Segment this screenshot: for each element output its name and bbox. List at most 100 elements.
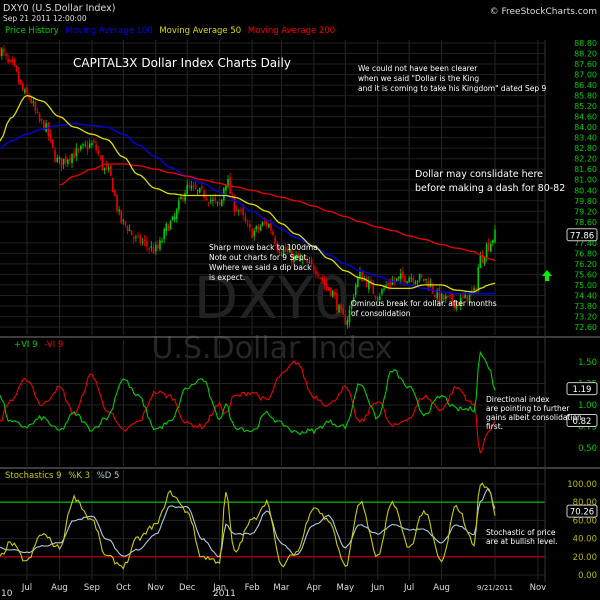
stoch-d-line (0, 487, 496, 558)
candle-body (186, 184, 188, 195)
candle-body (477, 267, 480, 290)
legend-price-history[interactable]: Price History (5, 26, 59, 36)
candle-body (77, 148, 80, 150)
candle (408, 275, 410, 283)
stoch-tick-label: 0.00 (578, 571, 597, 581)
candle (365, 275, 368, 288)
candle-body (124, 221, 127, 225)
candle-body (62, 158, 65, 165)
candle (381, 288, 383, 296)
candle (34, 98, 37, 115)
candle (101, 154, 104, 171)
candle-body (114, 190, 116, 196)
candle (36, 107, 39, 115)
candle-body (325, 283, 328, 288)
candle (107, 163, 110, 173)
candle-body (479, 255, 482, 269)
annotation-line: We could not have been clearer (358, 64, 478, 73)
candle-body (423, 278, 425, 282)
candle-body (387, 283, 390, 286)
candle-body (447, 295, 449, 297)
candle-body (45, 123, 47, 132)
freestockcharts-logo[interactable]: © FreeStockCharts.com (490, 7, 597, 17)
candle-body (431, 285, 434, 293)
candle (126, 225, 129, 235)
candle-body (82, 144, 84, 146)
candle-body (251, 228, 253, 238)
month-label: Jun (370, 583, 384, 593)
candle-body (485, 244, 488, 258)
candle-body (327, 287, 330, 290)
candle (38, 112, 41, 124)
candle-body (88, 143, 91, 148)
candle-body (315, 270, 317, 274)
candle (19, 79, 22, 86)
candle (86, 140, 89, 155)
candle (184, 189, 186, 204)
candle-body (93, 140, 95, 143)
candle-body (410, 277, 413, 279)
candle-body (182, 196, 184, 200)
candle (13, 57, 16, 67)
candle (255, 225, 258, 233)
legend-ma50[interactable]: Moving Average 50 (159, 26, 241, 36)
candle (58, 155, 61, 164)
candle-body (220, 199, 223, 207)
stoch-value-box: 70.26 (566, 504, 598, 518)
candle (173, 212, 176, 223)
candle-body (99, 156, 102, 158)
month-label: Jul (21, 583, 32, 593)
candle-body (492, 239, 494, 244)
candle-body (128, 229, 131, 232)
vi-minus-label[interactable]: -VI 9 (44, 340, 63, 350)
price-tick-label: 88.20 (574, 50, 597, 59)
price-tick-label: 73.80 (574, 302, 597, 311)
candle-body (218, 202, 221, 205)
stoch-tick-label: 60.00 (573, 516, 597, 526)
candle (99, 155, 102, 161)
candle (11, 56, 14, 65)
vi-plus-label[interactable]: +VI 9 (14, 340, 38, 350)
price-tick-label: 81.00 (574, 176, 597, 185)
candle (406, 280, 408, 285)
legend-ma100[interactable]: Moving Average 100 (65, 26, 152, 36)
candle-body (361, 272, 363, 282)
candle (447, 295, 449, 298)
candle (54, 146, 56, 163)
candle-body (84, 144, 87, 146)
candle-body (126, 226, 129, 231)
candle-body (97, 150, 99, 155)
candle-body (340, 304, 342, 310)
datetime: Sep 21 2011 12:00:00 (3, 14, 87, 23)
candle-body (321, 277, 324, 282)
candle-body (107, 167, 110, 170)
legend-ma200[interactable]: Moving Average 200 (248, 26, 335, 36)
candle (148, 246, 150, 254)
candle-body (265, 222, 268, 226)
candle (216, 201, 219, 207)
candle-body (214, 197, 216, 201)
candle-body (205, 198, 208, 200)
candle-body (143, 239, 146, 241)
candle-body (120, 210, 123, 223)
vi-tick-label: 1.50 (578, 358, 597, 368)
candle-body (141, 241, 144, 243)
candle-body (64, 156, 67, 163)
candle-body (416, 281, 419, 283)
candle (492, 239, 494, 247)
candle-body (323, 280, 326, 286)
month-label: Mar (273, 583, 290, 593)
candle-body (30, 97, 32, 103)
stochastics-title: Stochastics 9 %K 3 %D 5 (5, 471, 119, 481)
month-label: Sep (84, 583, 100, 593)
stoch-k-label[interactable]: %K 3 (68, 471, 90, 481)
stoch-d-label[interactable]: %D 5 (97, 471, 120, 481)
price-tick-label: 82.20 (574, 155, 597, 164)
candle-body (246, 223, 249, 225)
last-price-box: 77.86 (566, 228, 598, 242)
candle (51, 139, 54, 149)
chart-canvas[interactable]: DXY0 U.S.Dollar Index Jul Aug Sep Oct Nov Dec… (0, 0, 600, 600)
stoch-label[interactable]: Stochastics 9 (5, 471, 62, 481)
month-label: 9/21/2011 (477, 584, 513, 592)
candle-body (253, 230, 255, 237)
